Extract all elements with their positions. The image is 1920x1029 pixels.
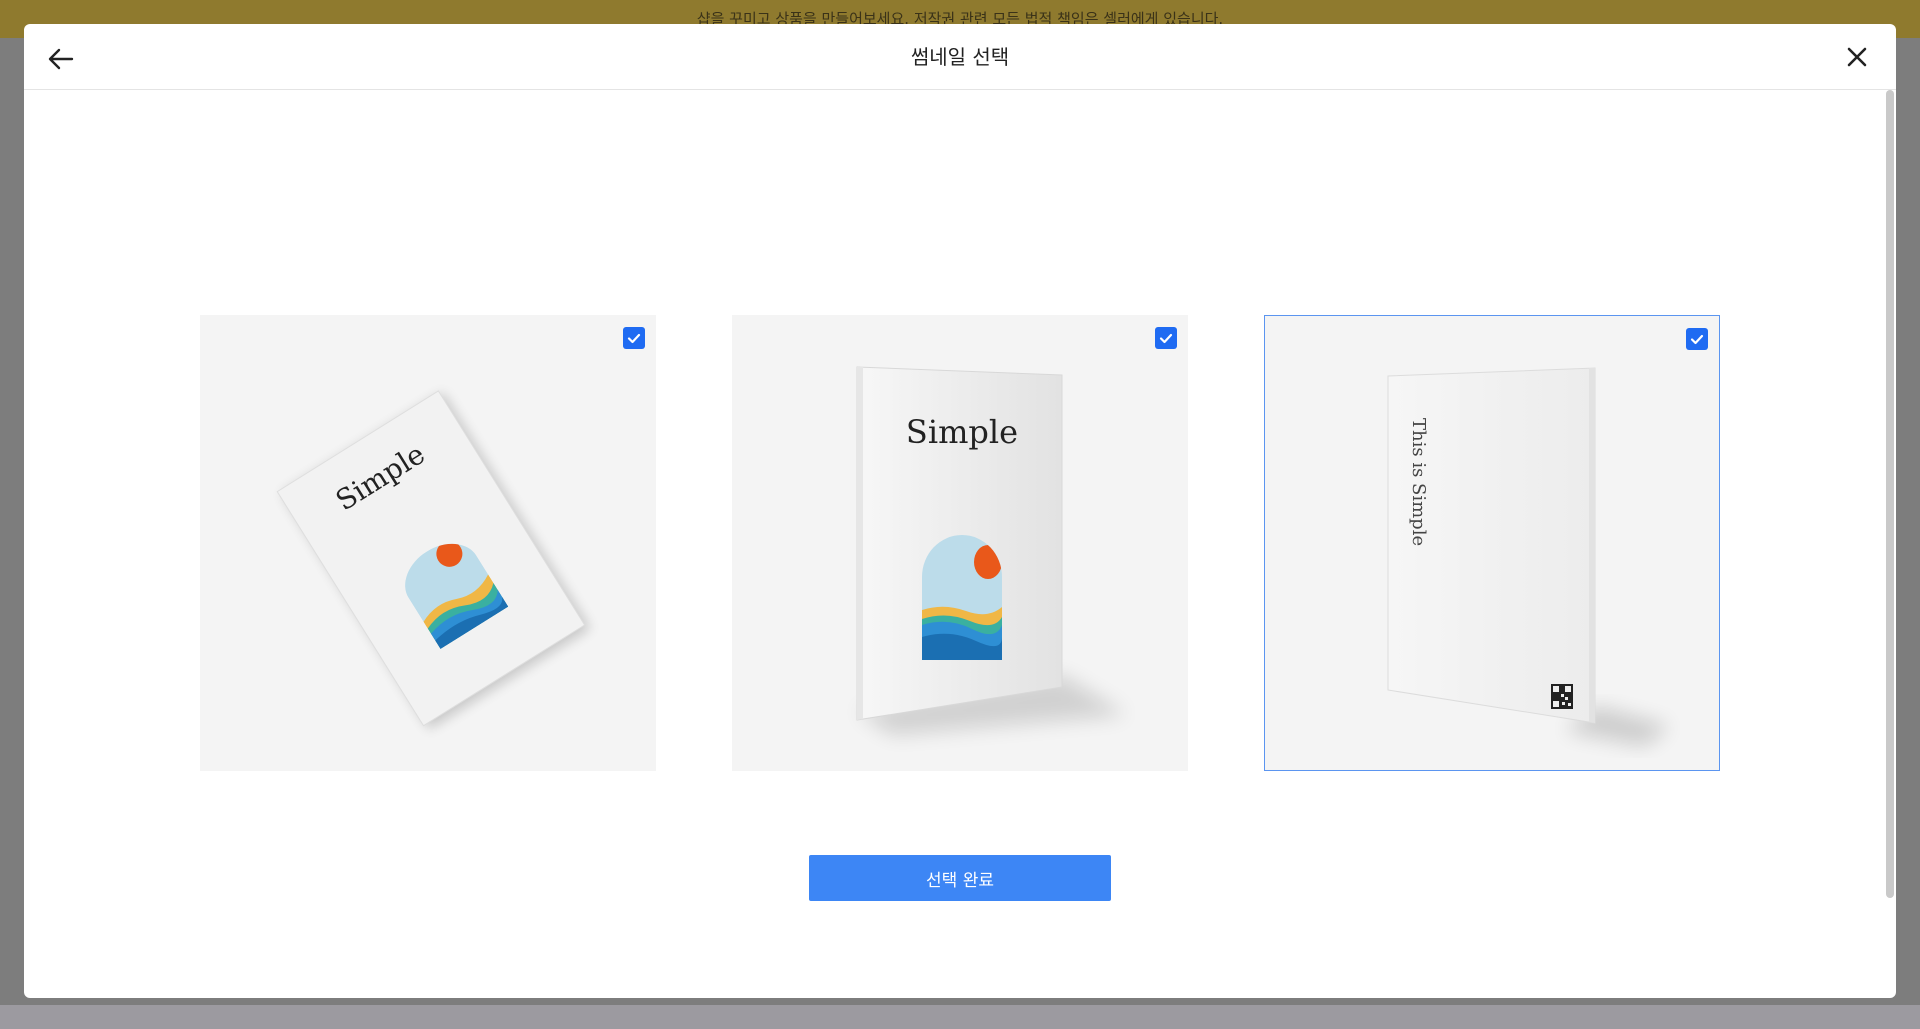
thumbnail-select-modal: 썸네일 선택 Simple Simple This is Simple 선택 완… <box>24 24 1896 998</box>
booklet-front-image: Simple <box>856 366 1127 735</box>
booklet-tilted-image: Simple <box>276 390 591 730</box>
check-icon <box>1690 334 1704 345</box>
thumbnail-card-3[interactable]: This is Simple <box>1264 315 1720 771</box>
selected-checkbox[interactable] <box>1686 328 1708 350</box>
cover-title: Simple <box>906 413 1018 451</box>
cover-spine-text: This is Simple <box>1408 418 1429 546</box>
thumbnail-card-2[interactable]: Simple <box>732 315 1188 771</box>
thumbnail-card-1[interactable]: Simple <box>200 315 656 771</box>
close-button[interactable] <box>1840 40 1874 74</box>
modal-header: 썸네일 선택 <box>24 24 1896 90</box>
selected-checkbox[interactable] <box>623 327 645 349</box>
booklet-back-image: This is Simple <box>1387 367 1670 746</box>
selected-checkbox[interactable] <box>1155 327 1177 349</box>
check-icon <box>627 333 641 344</box>
back-button[interactable] <box>44 42 78 76</box>
check-icon <box>1159 333 1173 344</box>
arrow-left-icon <box>48 48 74 70</box>
done-button[interactable]: 선택 완료 <box>809 855 1111 901</box>
qr-code-icon <box>1551 684 1573 709</box>
modal-title: 썸네일 선택 <box>910 45 1010 69</box>
background-strip <box>0 1005 1920 1029</box>
scrollbar[interactable] <box>1886 90 1894 898</box>
close-icon <box>1847 47 1867 67</box>
